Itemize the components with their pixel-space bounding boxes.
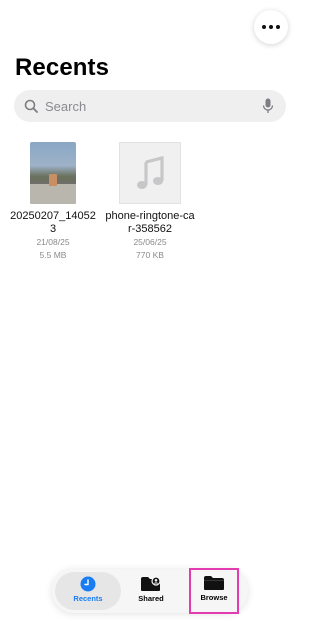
search-icon: [24, 99, 38, 113]
tab-label: Recents: [73, 594, 103, 603]
tab-label: Browse: [200, 593, 228, 602]
file-size: 770 KB: [136, 250, 164, 260]
file-name: phone-ringtone-car-358562: [105, 210, 195, 235]
file-name: 20250207_140523: [10, 210, 96, 235]
image-thumbnail: [30, 142, 76, 204]
more-options-button[interactable]: [254, 10, 288, 44]
page-title: Recents: [15, 54, 110, 81]
file-size: 5.5 MB: [39, 250, 67, 260]
microphone-icon[interactable]: [262, 98, 274, 114]
tab-recents[interactable]: Recents: [55, 572, 121, 610]
music-note-icon: [137, 156, 164, 189]
search-bar[interactable]: Search: [14, 90, 286, 122]
shared-folder-icon: [124, 576, 178, 592]
file-item[interactable]: phone-ringtone-car-358562 25/06/25 770 K…: [104, 142, 196, 262]
file-date: 21/08/25: [36, 237, 70, 247]
clock-icon: [55, 576, 121, 592]
file-item[interactable]: 20250207_140523 21/08/25 5.5 MB: [10, 142, 96, 262]
tab-shared[interactable]: Shared: [124, 569, 178, 613]
tab-browse[interactable]: Browse: [189, 568, 239, 614]
file-date: 25/06/25: [133, 237, 167, 247]
tab-bar: Recents Shared Browse: [52, 568, 248, 614]
audio-thumbnail: [119, 142, 181, 204]
ellipsis-icon: [262, 25, 280, 29]
tab-label: Shared: [138, 594, 164, 603]
search-input[interactable]: Search: [45, 99, 262, 114]
folder-icon: [191, 575, 237, 591]
